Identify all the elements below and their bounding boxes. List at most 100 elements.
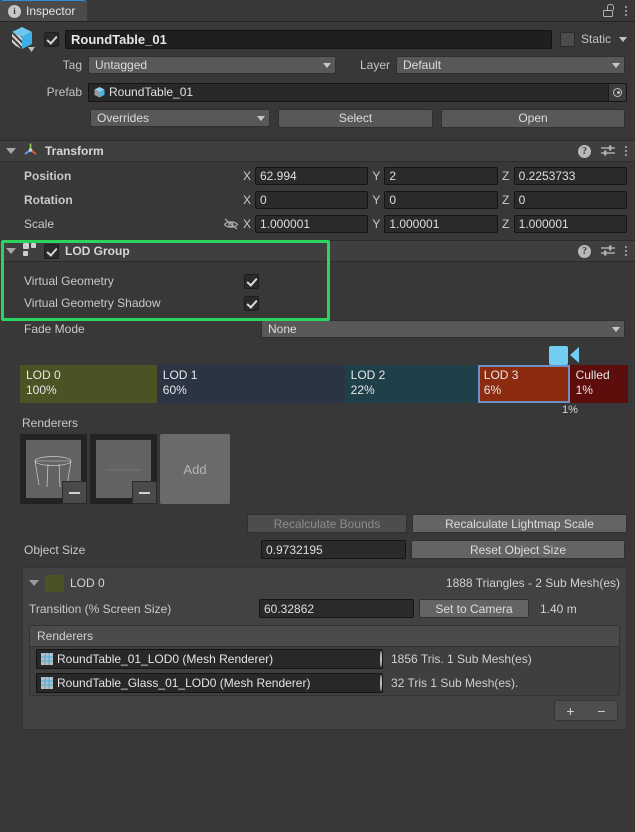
object-picker-icon[interactable] (608, 84, 626, 101)
lod-bar-segment-lod2[interactable]: LOD 2 22% (345, 365, 478, 403)
rotation-x-field[interactable]: 0 (255, 191, 368, 209)
transform-position-row: Position X 62.994 Y 2 Z 0.2253733 (0, 165, 635, 186)
virtual-geometry-label: Virtual Geometry (24, 274, 244, 288)
position-z-field[interactable]: 0.2253733 (514, 167, 627, 185)
fade-mode-label: Fade Mode (24, 322, 261, 336)
lod-bar-segment-lod0[interactable]: LOD 0 100% (20, 365, 157, 403)
lod0-distance: 1.40 m (540, 602, 577, 616)
foldout-arrow-icon[interactable] (29, 580, 39, 586)
lod0-renderer-field-1[interactable]: RoundTable_Glass_01_LOD0 (Mesh Renderer) (36, 673, 383, 693)
recalculate-lightmap-scale-button[interactable]: Recalculate Lightmap Scale (412, 514, 627, 533)
rotation-y-field[interactable]: 0 (384, 191, 497, 209)
open-button[interactable]: Open (441, 109, 625, 128)
camera-icon[interactable] (549, 346, 579, 365)
help-icon[interactable]: ? (578, 245, 591, 258)
lod-bar-segment-lod3[interactable]: LOD 3 6% (478, 365, 570, 403)
virtual-geometry-checkbox[interactable] (244, 274, 259, 289)
remove-renderer-button[interactable] (132, 481, 157, 504)
transition-label: Transition (% Screen Size) (29, 602, 254, 616)
static-dropdown-arrow-icon[interactable] (619, 37, 627, 42)
set-to-camera-button[interactable]: Set to Camera (419, 599, 529, 618)
transition-field[interactable]: 60.32862 (259, 599, 414, 618)
preset-settings-icon[interactable] (601, 145, 615, 157)
fade-mode-dropdown[interactable]: None (261, 320, 625, 338)
lod-add-remove-group: + − (554, 700, 618, 721)
recalculate-bounds-button[interactable]: Recalculate Bounds (247, 514, 407, 533)
preset-settings-icon[interactable] (601, 245, 615, 257)
lod-bar-segment-lod1[interactable]: LOD 1 60% (157, 365, 345, 403)
lod-group-title: LOD Group (65, 244, 130, 258)
tag-label: Tag (8, 58, 88, 72)
inspector-tabbar: i Inspector (0, 0, 635, 22)
axis-y-label: Y (368, 193, 384, 207)
lod-bar-area: LOD 0 100% LOD 1 60% LOD 2 22% LOD 3 6% … (0, 346, 635, 412)
mesh-renderer-icon (40, 676, 54, 690)
position-x-field[interactable]: 62.994 (255, 167, 368, 185)
scale-y-field[interactable]: 1.000001 (384, 215, 497, 233)
gameobject-header: RoundTable_01 Static Tag Untagged Layer … (0, 22, 635, 132)
virtual-geometry-shadow-checkbox[interactable] (244, 296, 259, 311)
lod-bar-segment-percent: 100% (26, 383, 157, 398)
object-picker-icon[interactable] (380, 676, 382, 690)
layer-dropdown[interactable]: Default (396, 56, 625, 74)
recalculate-row: Recalculate Bounds Recalculate Lightmap … (0, 514, 635, 533)
lock-open-icon[interactable] (603, 4, 615, 17)
tag-dropdown[interactable]: Untagged (88, 56, 336, 74)
lod-bar-segment-name: LOD 0 (26, 368, 157, 383)
axis-x-label: X (239, 193, 255, 207)
chevron-down-icon (257, 116, 265, 121)
prefab-object-field[interactable]: RoundTable_01 (88, 83, 627, 102)
component-header-lod-group[interactable]: LOD Group ? (0, 240, 635, 262)
rotation-z-field[interactable]: 0 (514, 191, 627, 209)
transform-rotation-row: Rotation X 0 Y 0 Z 0 (0, 189, 635, 210)
object-picker-icon[interactable] (380, 652, 382, 666)
kebab-menu-icon[interactable] (625, 246, 627, 256)
reset-object-size-button[interactable]: Reset Object Size (411, 540, 625, 559)
position-label: Position (24, 169, 239, 183)
lod0-renderer-field-0[interactable]: RoundTable_01_LOD0 (Mesh Renderer) (36, 649, 383, 669)
position-y-field[interactable]: 2 (384, 167, 497, 185)
rotation-label: Rotation (24, 193, 239, 207)
lod-group-enabled-checkbox[interactable] (44, 244, 59, 259)
object-size-field[interactable]: 0.9732195 (261, 540, 406, 559)
tag-value: Untagged (95, 58, 147, 72)
scale-x-field[interactable]: 1.000001 (255, 215, 368, 233)
gameobject-enabled-checkbox[interactable] (44, 32, 59, 47)
lod-bar-segment-culled[interactable]: Culled 1% (570, 365, 628, 403)
prefab-cube-icon[interactable] (8, 24, 36, 54)
tab-inspector[interactable]: i Inspector (0, 0, 87, 21)
add-renderer-button[interactable]: Add (160, 434, 230, 504)
axis-y-label: Y (368, 217, 384, 231)
renderer-thumbnail-table[interactable] (20, 434, 87, 504)
select-button[interactable]: Select (278, 109, 433, 128)
renderer-thumbnail-glass[interactable] (90, 434, 157, 504)
foldout-arrow-icon[interactable] (6, 248, 16, 254)
add-lod-button[interactable]: + (555, 703, 586, 719)
eye-off-icon[interactable] (223, 217, 239, 231)
overrides-label: Overrides (97, 111, 149, 125)
lod0-renderer-row: RoundTable_01_LOD0 (Mesh Renderer) 1856 … (30, 647, 619, 671)
lod-bar-segment-percent: 1% (576, 383, 628, 398)
overrides-dropdown[interactable]: Overrides (90, 109, 270, 127)
renderers-label: Renderers (0, 416, 635, 430)
lod0-renderer-stats-0: 1856 Tris. 1 Sub Mesh(es) (391, 652, 532, 666)
remove-lod-button[interactable]: − (586, 703, 617, 719)
lod-bar[interactable]: LOD 0 100% LOD 1 60% LOD 2 22% LOD 3 6% … (20, 365, 628, 403)
renderer-thumbnails: Add (0, 434, 635, 504)
lod0-panel-header[interactable]: LOD 0 1888 Triangles - 2 Sub Mesh(es) (29, 573, 620, 593)
remove-renderer-button[interactable] (62, 481, 87, 504)
tabbar-actions (603, 0, 635, 21)
lod0-title: LOD 0 (70, 576, 105, 590)
scale-z-field[interactable]: 1.000001 (514, 215, 627, 233)
static-checkbox[interactable] (560, 32, 575, 47)
axis-x-label: X (239, 169, 255, 183)
component-header-transform[interactable]: Transform ? (0, 140, 635, 162)
axis-x-label: X (239, 217, 255, 231)
component-actions-transform: ? (578, 145, 627, 158)
help-icon[interactable]: ? (578, 145, 591, 158)
kebab-menu-icon[interactable] (625, 146, 627, 156)
info-icon: i (8, 5, 21, 18)
kebab-menu-icon[interactable] (625, 6, 627, 16)
foldout-arrow-icon[interactable] (6, 148, 16, 154)
gameobject-name-field[interactable]: RoundTable_01 (65, 30, 552, 49)
